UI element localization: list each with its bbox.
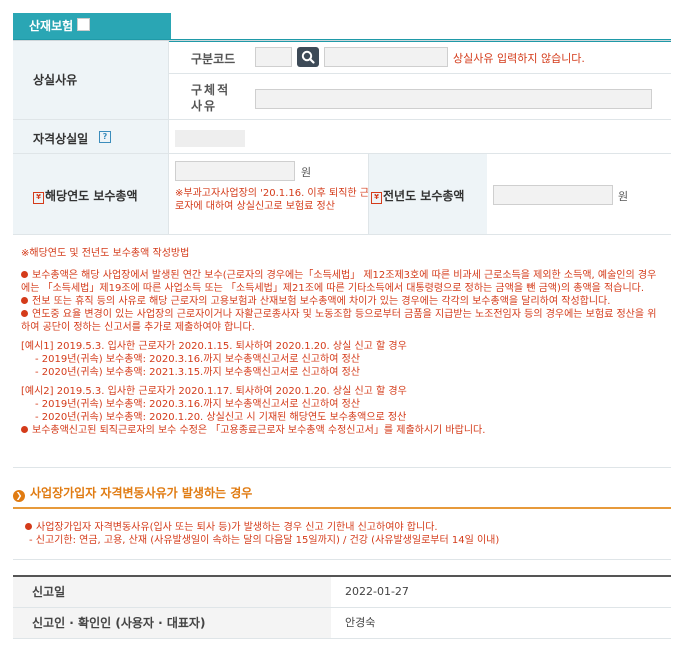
example-1-b: - 2020년(귀속) 보수총액: 2021.3.15.까지 보수총액신고서로 … [35, 367, 360, 378]
current-wage-label-cell: ¥ 해당연도 보수총액 [13, 154, 169, 234]
code-warning: 상실사유 입력하지 않습니다. [453, 52, 585, 65]
divider [168, 41, 169, 234]
report-date-value: 2022-01-27 [345, 585, 409, 598]
loss-reason-label: 상실사유 [33, 73, 78, 87]
reporter-label: 신고인 · 확인인 (사용자 · 대표자) [13, 608, 331, 638]
bullet-icon [25, 523, 32, 530]
report-date-label: 신고일 [13, 577, 331, 607]
prev-wage-label-text: 전년도 보수총액 [383, 189, 465, 203]
current-wage-unit: 원 [301, 166, 312, 179]
example-1: [예시1] 2019.5.3. 입사한 근로자가 2020.1.15. 퇴사하여… [21, 341, 407, 352]
report-date-row: 신고일 2022-01-27 [13, 577, 671, 608]
bullet-icon [21, 297, 28, 304]
tab-checkbox[interactable] [77, 18, 91, 31]
required-mark-icon: ¥ [371, 192, 382, 204]
detail-label-cell: 구체적 사유 [169, 74, 249, 119]
chevron-right-icon: ❯ [13, 490, 25, 502]
code-search-button[interactable] [297, 47, 319, 67]
section2-line1: 사업장가입자 자격변동사유(입사 또는 퇴사 등)가 발생하는 경우 신고 기한… [25, 521, 661, 534]
bullet-icon [21, 310, 28, 317]
code-name-display [324, 47, 448, 67]
example-1-a: - 2019년(귀속) 보수총액: 2020.3.16.까지 보수총액신고서로 … [35, 354, 360, 365]
loss-report-form: 상실사유 구분코드 상실사유 입력하지 않습니다. 구체적 사유 자격상실일 ?… [13, 40, 671, 235]
notice-text: 보수총액신고된 퇴직근로자의 보수 수정은 「고용종료근로자 보수총액 수정신고… [32, 425, 486, 436]
tab-label: 산재보험 [29, 19, 74, 33]
required-mark-icon: ¥ [33, 192, 44, 204]
insurance-tab-bar: 산재보험 [13, 13, 671, 42]
notice-bullet: 연도중 요율 변경이 있는 사업장의 근로자이거나 자활근로종사자 및 노동조합… [21, 308, 661, 334]
reporter-row: 신고인 · 확인인 (사용자 · 대표자) 안경숙 [13, 608, 671, 639]
search-icon [301, 50, 315, 64]
code-label: 구분코드 [191, 52, 236, 66]
current-wage-note: ※부과고자사업장의 '20.1.16. 이후 퇴직한 근로자에 대하여 상실신고… [175, 188, 369, 212]
notice-text: 보수총액은 해당 사업장에서 발생된 연간 보수(근로자의 경우에는「소득세법」… [21, 270, 657, 294]
tab-industrial-accident-insurance[interactable]: 산재보험 [13, 13, 171, 39]
current-wage-label: ¥ 해당연도 보수총액 [33, 187, 138, 204]
current-wage-input[interactable] [175, 161, 295, 181]
notice-bullet: 보수총액은 해당 사업장에서 발생된 연간 보수(근로자의 경우에는「소득세법」… [21, 269, 661, 295]
section2-title-text: 사업장가입자 자격변동사유가 발생하는 경우 [30, 486, 253, 500]
example-2-b: - 2020년(귀속) 보수총액: 2020.1.20. 상실신고 시 기재된 … [35, 412, 407, 423]
prev-wage-input[interactable] [493, 185, 613, 205]
current-wage-label-text: 해당연도 보수총액 [45, 189, 138, 203]
qual-loss-date-label-cell: 자격상실일 ? [13, 120, 169, 153]
prev-wage-unit: 원 [618, 190, 629, 203]
qual-loss-date-label: 자격상실일 [33, 132, 89, 146]
detail-reason-input[interactable] [255, 89, 652, 109]
help-icon[interactable]: ? [99, 131, 111, 143]
code-label-cell: 구분코드 [169, 41, 249, 73]
notice-bullet: 전보 또는 휴직 등의 사유로 해당 근로자의 고용보험과 산재보험 보수총액에… [21, 295, 661, 308]
example-2: [예시2] 2019.5.3. 입사한 근로자가 2020.1.17. 퇴사하여… [21, 386, 407, 397]
section2-title: ❯ 사업장가입자 자격변동사유가 발생하는 경우 [13, 484, 252, 502]
report-info-table: 신고일 2022-01-27 신고인 · 확인인 (사용자 · 대표자) 안경숙 [13, 575, 671, 639]
reporter-value: 안경숙 [345, 616, 376, 629]
loss-reason-label-cell: 상실사유 [13, 41, 169, 119]
bullet-icon [21, 271, 28, 278]
notice-title: ※해당연도 및 전년도 보수총액 작성방법 [21, 248, 190, 259]
detail-label: 구체적 사유 [191, 83, 231, 113]
prev-wage-label: ¥ 전년도 보수총액 [371, 187, 464, 204]
notice-text: 연도중 요율 변경이 있는 사업장의 근로자이거나 자활근로종사자 및 노동조합… [21, 309, 657, 333]
qual-loss-date-display [175, 130, 245, 147]
notice-text: 전보 또는 휴직 등의 사유로 해당 근로자의 고용보험과 산재보험 보수총액에… [32, 296, 611, 307]
notice-bullet: 보수총액신고된 퇴직근로자의 보수 수정은 「고용종료근로자 보수총액 수정신고… [21, 424, 661, 437]
code-input[interactable] [255, 47, 292, 67]
section2-box: 사업장가입자 자격변동사유(입사 또는 퇴사 등)가 발생하는 경우 신고 기한… [13, 507, 671, 560]
section2-line2: - 신고기한: 연금, 고용, 산재 (사유발생일이 속하는 달의 다음달 15… [29, 535, 500, 546]
example-2-a: - 2019년(귀속) 보수총액: 2020.3.16.까지 보수총액신고서로 … [35, 399, 360, 410]
prev-wage-label-cell: ¥ 전년도 보수총액 [369, 154, 487, 234]
section2-line1-text: 사업장가입자 자격변동사유(입사 또는 퇴사 등)가 발생하는 경우 신고 기한… [36, 522, 438, 533]
bullet-icon [21, 426, 28, 433]
wage-notice: ※해당연도 및 전년도 보수총액 작성방법 보수총액은 해당 사업장에서 발생된… [13, 233, 671, 468]
